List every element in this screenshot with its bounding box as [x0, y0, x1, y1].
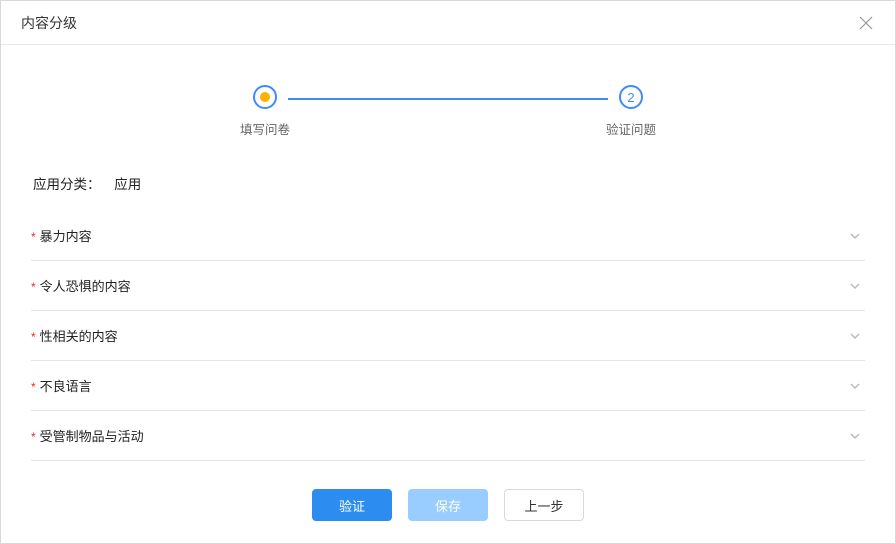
section-scary[interactable]: * 令人恐惧的内容: [31, 261, 865, 311]
chevron-down-icon: [849, 380, 861, 392]
modal-body: 填写问卷 2 验证问题 应用分类： 应用 * 暴力内容: [1, 45, 895, 521]
required-star: *: [31, 280, 36, 294]
section-title: 令人恐惧的内容: [40, 276, 131, 295]
step-2-label: 验证问题: [606, 119, 656, 138]
chevron-down-icon: [849, 430, 861, 442]
chevron-down-icon: [849, 230, 861, 242]
step-connector: [288, 98, 608, 100]
save-button[interactable]: 保存: [408, 489, 488, 521]
section-language[interactable]: * 不良语言: [31, 361, 865, 411]
step-1: 填写问卷: [215, 85, 315, 138]
modal-footer: 验证 保存 上一步: [31, 489, 865, 521]
required-star: *: [31, 380, 36, 394]
required-star: *: [31, 330, 36, 344]
modal-title: 内容分级: [21, 13, 77, 33]
close-icon[interactable]: [857, 14, 875, 32]
section-violence[interactable]: * 暴力内容: [31, 211, 865, 261]
section-title: 暴力内容: [40, 226, 92, 245]
app-classification: 应用分类： 应用: [31, 173, 865, 193]
prev-step-button[interactable]: 上一步: [504, 489, 584, 521]
step-indicator: 填写问卷 2 验证问题: [31, 85, 865, 138]
content-rating-modal: 内容分级 填写问卷 2 验证问题 应用分类： 应用 * 暴力内: [0, 0, 896, 544]
classification-value: 应用: [114, 177, 141, 192]
classification-label: 应用分类：: [33, 177, 101, 192]
step-1-label: 填写问卷: [240, 119, 290, 138]
section-title: 不良语言: [40, 376, 92, 395]
section-sexual[interactable]: * 性相关的内容: [31, 311, 865, 361]
section-title: 受管制物品与活动: [40, 426, 144, 445]
required-star: *: [31, 230, 36, 244]
step-1-circle: [253, 85, 277, 109]
chevron-down-icon: [849, 330, 861, 342]
chevron-down-icon: [849, 280, 861, 292]
verify-button[interactable]: 验证: [312, 489, 392, 521]
section-controlled[interactable]: * 受管制物品与活动: [31, 411, 865, 461]
step-2: 2 验证问题: [581, 85, 681, 138]
required-star: *: [31, 430, 36, 444]
section-title: 性相关的内容: [40, 326, 118, 345]
step-2-circle: 2: [619, 85, 643, 109]
modal-header: 内容分级: [1, 1, 895, 45]
sections-accordion: * 暴力内容 * 令人恐惧的内容 * 性相关的内容: [31, 211, 865, 461]
